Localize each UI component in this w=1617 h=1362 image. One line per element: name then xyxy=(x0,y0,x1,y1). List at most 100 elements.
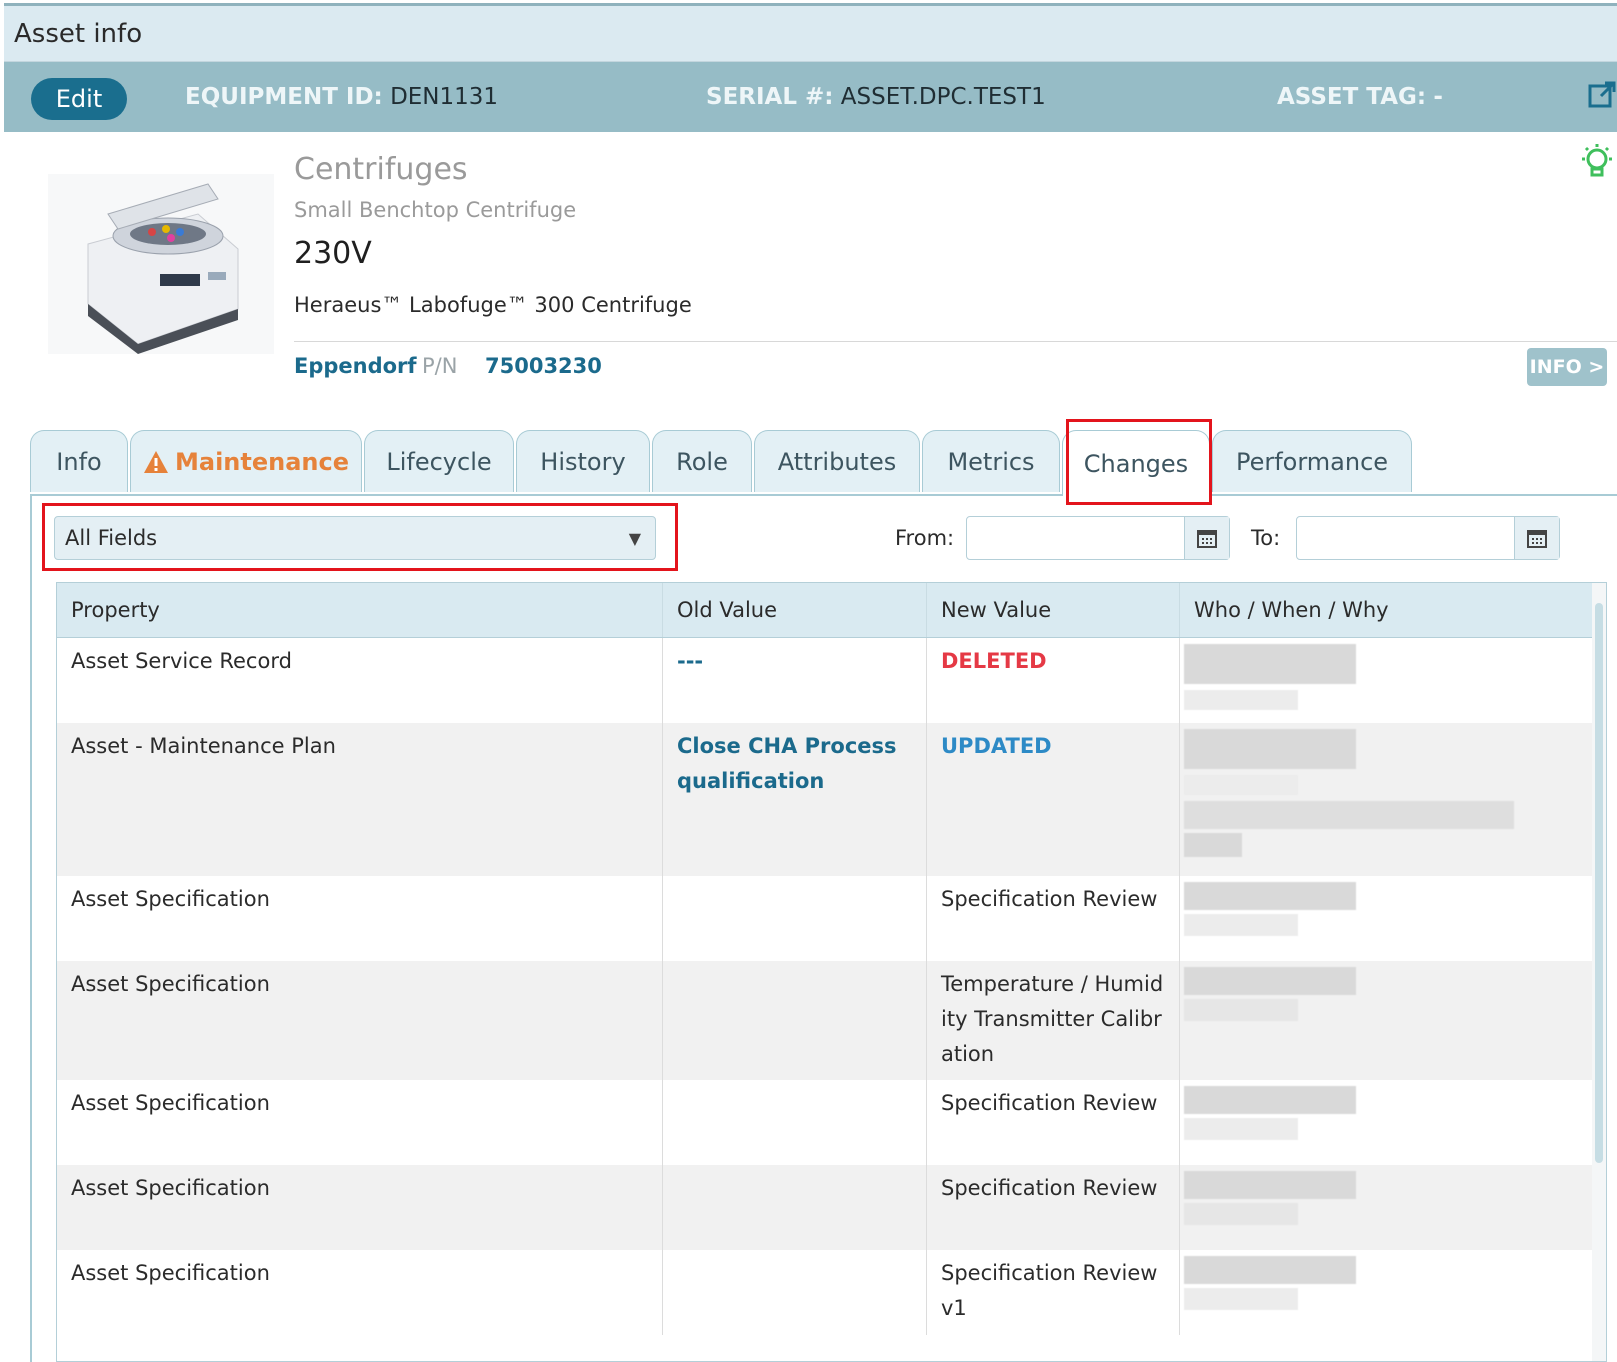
tab-label: Lifecycle xyxy=(386,447,492,476)
property-cell: Asset - Maintenance Plan xyxy=(57,723,663,876)
tab-label: Info xyxy=(56,447,102,476)
asset-tag-label: ASSET TAG: xyxy=(1277,84,1427,110)
new-value-cell: Specification Review xyxy=(927,1080,1180,1165)
asset-summary: Centrifuges Small Benchtop Centrifuge 23… xyxy=(4,132,1617,427)
calendar-icon[interactable] xyxy=(1514,517,1559,559)
asset-tabs: Info Maintenance Lifecycle History Role … xyxy=(30,428,1617,496)
column-header-who-when-why[interactable]: Who / When / Why xyxy=(1180,583,1542,637)
from-date-input[interactable] xyxy=(966,516,1230,560)
tab-label: Changes xyxy=(1083,449,1189,478)
old-value-cell xyxy=(663,1165,927,1250)
tab-label: Role xyxy=(676,447,728,476)
column-header-new-value[interactable]: New Value xyxy=(927,583,1180,637)
field-filter-select[interactable]: All Fields ▼ xyxy=(54,516,656,560)
tab-metrics[interactable]: Metrics xyxy=(922,430,1060,492)
old-value-link[interactable]: Close CHA Process qualification xyxy=(663,723,927,876)
asset-info-window: Asset info Edit EQUIPMENT ID: DEN1131 SE… xyxy=(4,3,1617,1362)
new-value-cell: Temperature / Humidity Transmitter Calib… xyxy=(927,961,1180,1080)
tab-info[interactable]: Info xyxy=(30,430,128,492)
lightbulb-icon[interactable] xyxy=(1577,142,1617,182)
window-title: Asset info xyxy=(4,6,1617,62)
tab-changes[interactable]: Changes xyxy=(1062,430,1210,496)
changes-table: Property Old Value New Value Who / When … xyxy=(56,582,1607,1362)
tab-attributes[interactable]: Attributes xyxy=(754,430,920,492)
asset-tag: ASSET TAG: - xyxy=(1277,84,1443,110)
who-when-why-cell-redacted xyxy=(1180,961,1542,1080)
divider xyxy=(294,341,1617,342)
table-row[interactable]: Asset Specification Temperature / Humidi… xyxy=(57,961,1606,1080)
property-cell: Asset Service Record xyxy=(57,638,663,723)
old-value-cell xyxy=(663,1080,927,1165)
who-when-why-cell-redacted xyxy=(1180,638,1542,723)
calendar-icon[interactable] xyxy=(1184,517,1229,559)
centrifuge-image xyxy=(48,174,274,354)
warning-icon xyxy=(143,450,168,473)
asset-tag-value: - xyxy=(1433,84,1443,110)
to-date-field[interactable] xyxy=(1297,517,1514,559)
new-value-cell: DELETED xyxy=(927,638,1180,723)
old-value-cell xyxy=(663,961,927,1080)
serial-label: SERIAL #: xyxy=(706,84,834,110)
new-value-cell: UPDATED xyxy=(927,723,1180,876)
equipment-id: EQUIPMENT ID: DEN1131 xyxy=(185,84,498,110)
field-filter-value: All Fields xyxy=(65,526,158,550)
to-date-input[interactable] xyxy=(1296,516,1560,560)
old-value-cell xyxy=(663,876,927,961)
tab-lifecycle[interactable]: Lifecycle xyxy=(364,430,514,492)
part-number-link[interactable]: 75003230 xyxy=(485,354,602,378)
external-link-icon[interactable] xyxy=(1587,80,1617,110)
part-number-label: P/N xyxy=(422,354,458,378)
property-cell: Asset Specification xyxy=(57,876,663,961)
serial-number: SERIAL #: ASSET.DPC.TEST1 xyxy=(706,84,1046,110)
column-header-property[interactable]: Property xyxy=(57,583,663,637)
asset-header-bar: Edit EQUIPMENT ID: DEN1131 SERIAL #: ASS… xyxy=(4,62,1617,132)
changes-panel: All Fields ▼ From: To: Property Old Valu… xyxy=(30,496,1617,1362)
column-header-old-value[interactable]: Old Value xyxy=(663,583,927,637)
who-when-why-cell-redacted xyxy=(1180,1080,1542,1165)
who-when-why-cell-redacted xyxy=(1180,876,1542,961)
tab-label: Maintenance xyxy=(174,447,349,476)
tab-role[interactable]: Role xyxy=(652,430,752,492)
table-row[interactable]: Asset - Maintenance Plan Close CHA Proce… xyxy=(57,723,1606,876)
equipment-id-value: DEN1131 xyxy=(390,84,499,110)
table-scrollbar[interactable] xyxy=(1592,583,1606,1361)
from-label: From: xyxy=(895,526,955,550)
tab-performance[interactable]: Performance xyxy=(1212,430,1412,492)
tab-label: Attributes xyxy=(777,447,897,476)
table-row[interactable]: Asset Specification Specification Review xyxy=(57,876,1606,961)
tab-label: History xyxy=(540,447,626,476)
who-when-why-cell-redacted xyxy=(1180,1165,1542,1250)
manufacturer-link[interactable]: Eppendorf xyxy=(294,354,417,378)
asset-subcategory: Small Benchtop Centrifuge xyxy=(294,198,577,222)
asset-voltage: 230V xyxy=(294,236,372,271)
old-value-cell: --- xyxy=(663,638,927,723)
edit-button[interactable]: Edit xyxy=(31,78,127,120)
table-body: Asset Service Record --- DELETED Asset -… xyxy=(57,638,1606,1335)
who-when-why-cell-redacted xyxy=(1180,723,1542,876)
tab-label: Performance xyxy=(1235,447,1389,476)
scrollbar-thumb[interactable] xyxy=(1595,603,1603,1163)
dropdown-caret-icon: ▼ xyxy=(628,529,641,548)
to-label: To: xyxy=(1251,526,1281,550)
new-value-cell: Specification Review xyxy=(927,1165,1180,1250)
serial-value: ASSET.DPC.TEST1 xyxy=(840,84,1046,110)
property-cell: Asset Specification xyxy=(57,1250,663,1335)
table-row[interactable]: Asset Service Record --- DELETED xyxy=(57,638,1606,723)
who-when-why-cell-redacted xyxy=(1180,1250,1542,1335)
property-cell: Asset Specification xyxy=(57,1165,663,1250)
old-value-cell xyxy=(663,1250,927,1335)
table-row[interactable]: Asset Specification Specification Review… xyxy=(57,1250,1606,1335)
tab-history[interactable]: History xyxy=(516,430,650,492)
new-value-cell: Specification Review v1 xyxy=(927,1250,1180,1335)
asset-model: Heraeus™ Labofuge™ 300 Centrifuge xyxy=(294,293,692,317)
tab-label: Metrics xyxy=(947,447,1035,476)
table-row[interactable]: Asset Specification Specification Review xyxy=(57,1080,1606,1165)
from-date-field[interactable] xyxy=(967,517,1184,559)
equipment-id-label: EQUIPMENT ID: xyxy=(185,84,383,110)
property-cell: Asset Specification xyxy=(57,961,663,1080)
info-button[interactable]: INFO > xyxy=(1527,348,1607,386)
new-value-cell: Specification Review xyxy=(927,876,1180,961)
property-cell: Asset Specification xyxy=(57,1080,663,1165)
tab-maintenance[interactable]: Maintenance xyxy=(130,430,362,492)
table-row[interactable]: Asset Specification Specification Review xyxy=(57,1165,1606,1250)
